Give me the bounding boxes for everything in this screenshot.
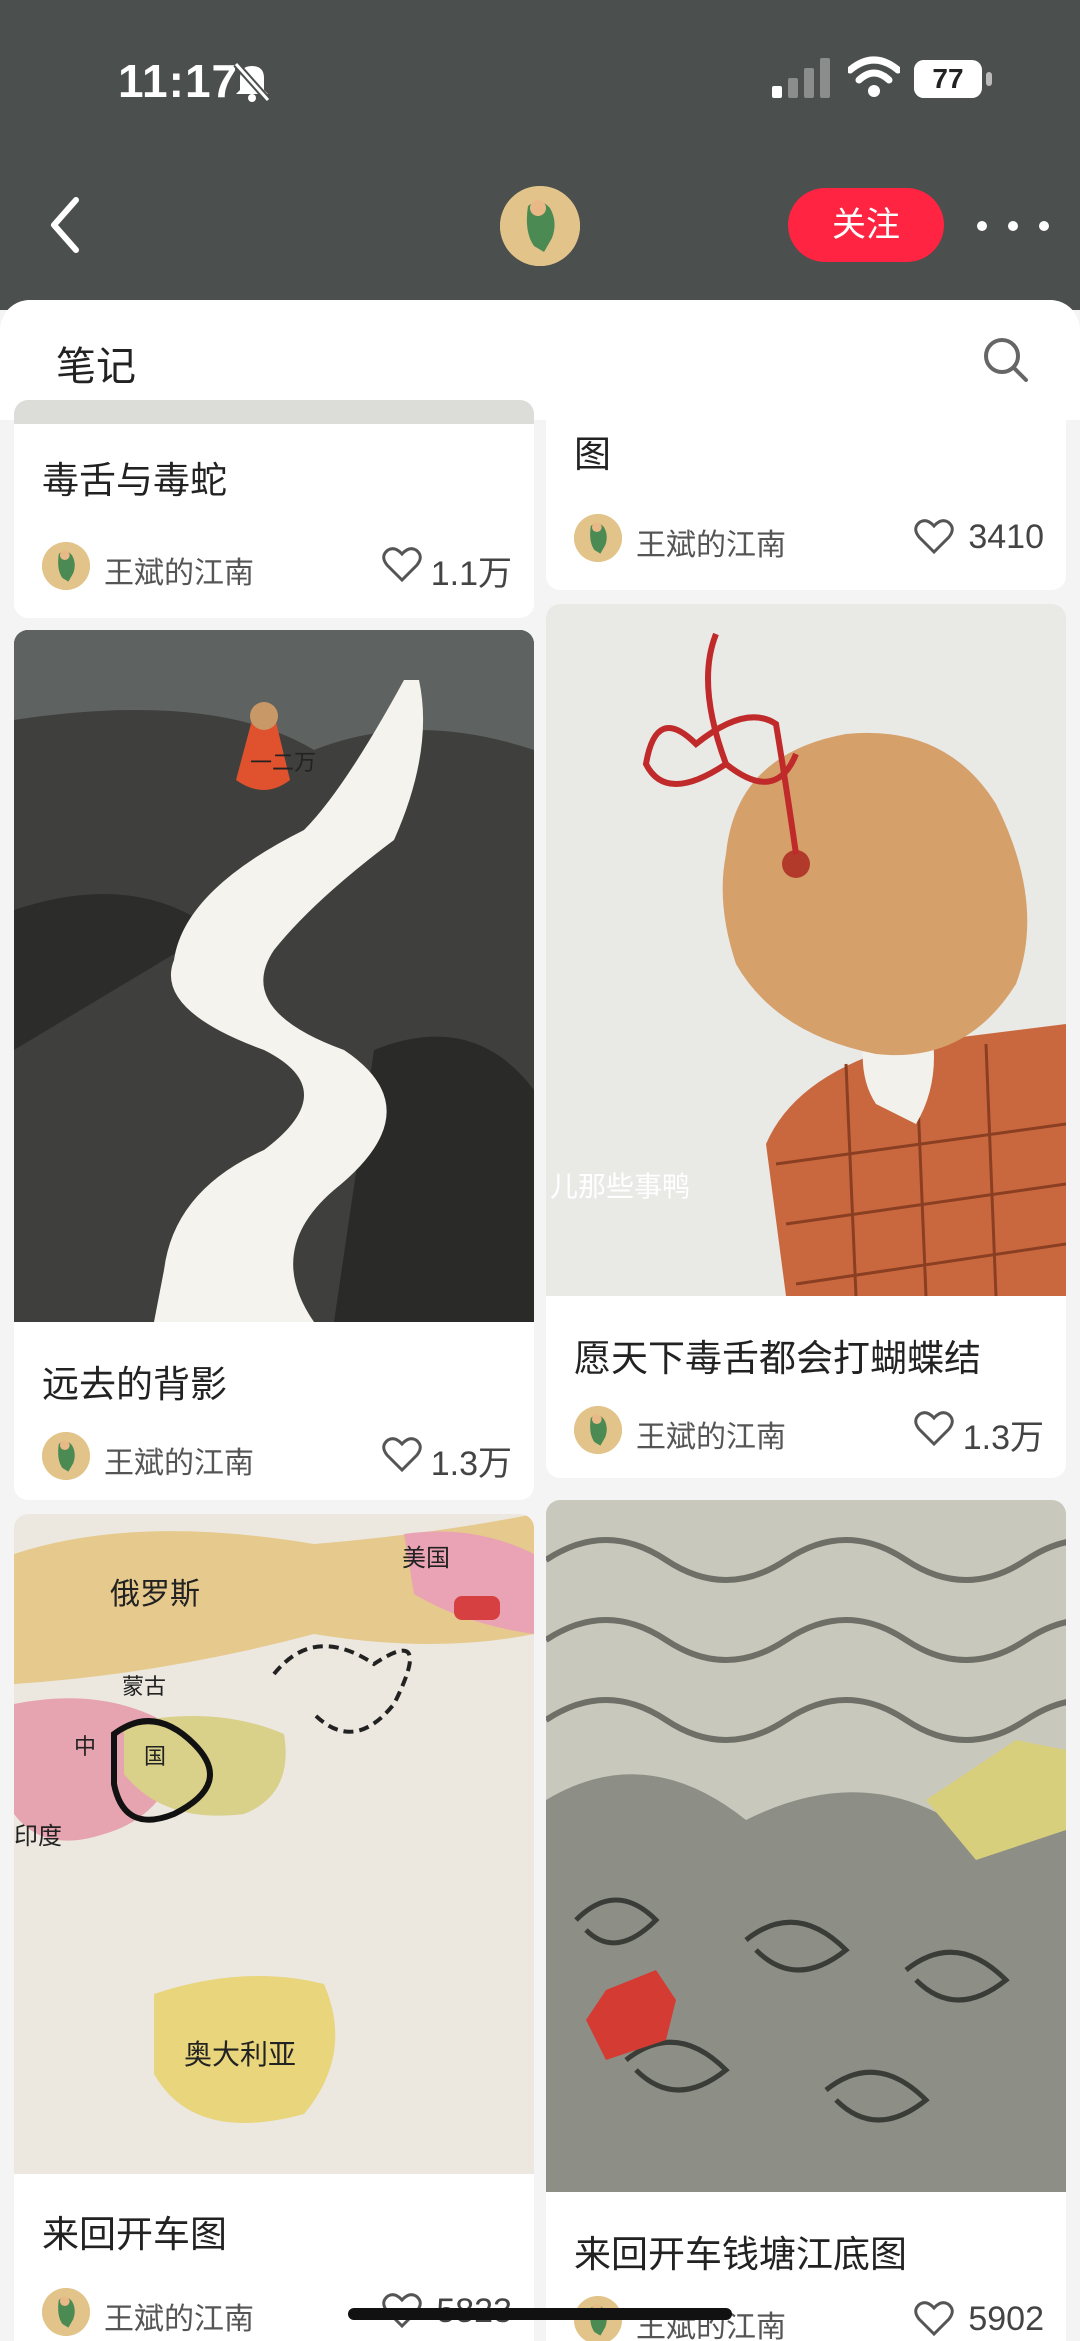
heart-icon[interactable] — [914, 518, 954, 556]
author-avatar — [42, 542, 90, 590]
note-image — [14, 400, 534, 424]
map-label: 国 — [144, 1745, 166, 1770]
cellular-signal-icon — [772, 58, 830, 98]
note-card[interactable]: 毒舌与毒蛇 王斌的江南 1.1万 — [14, 400, 534, 618]
map-label: 蒙古 — [122, 1675, 166, 1700]
note-title: 毒舌与毒蛇 — [42, 460, 227, 501]
note-meta: 王斌的江南 1.3万 — [42, 1432, 512, 1483]
silent-bell-icon — [233, 61, 271, 102]
author-avatar — [574, 514, 622, 562]
note-title: 来回开车图 — [42, 2214, 227, 2255]
map-label: 奥大利亚 — [184, 2038, 296, 2071]
note-image — [546, 1500, 1066, 2192]
author-avatar — [574, 1406, 622, 1454]
follow-button[interactable]: 关注 — [788, 188, 944, 262]
map-label: 美国 — [402, 1544, 450, 1572]
more-options-icon[interactable] — [968, 196, 1058, 256]
author-name: 王斌的江南 — [636, 529, 786, 562]
image-text: 儿那些事鸭 — [550, 1170, 690, 1203]
map-label: 俄罗斯 — [110, 1577, 200, 1612]
author-avatar — [42, 2288, 90, 2336]
map-label: 印度 — [14, 1822, 62, 1850]
profile-avatar[interactable] — [500, 186, 580, 266]
author-avatar — [42, 1432, 90, 1480]
note-title: 愿天下毒舌都会打蝴蝶结 — [574, 1338, 981, 1379]
battery-icon: 77 — [914, 60, 982, 98]
heart-icon[interactable] — [914, 2300, 954, 2338]
author-name: 王斌的江南 — [104, 2303, 254, 2336]
heart-icon[interactable] — [914, 1410, 954, 1448]
note-image: 俄罗斯 美国 蒙古 中 国 印度 奥大利亚 — [14, 1514, 534, 2174]
note-image: 一二万 — [14, 630, 534, 1322]
like-count: 1.3万 — [430, 1445, 512, 1483]
note-card[interactable]: 图 王斌的江南 3410 — [546, 400, 1066, 590]
status-time: 11:17 — [118, 55, 239, 107]
like-count: 1.1万 — [430, 555, 512, 593]
top-bar: 11:17 77 关注 — [0, 0, 1080, 310]
heart-icon[interactable] — [382, 546, 422, 584]
note-card[interactable]: 一二万 远去的背影 王斌的江南 1.3万 — [14, 630, 534, 1500]
author-name: 王斌的江南 — [104, 557, 254, 590]
note-meta: 王斌的江南 1.1万 — [42, 542, 512, 593]
note-card[interactable]: 儿那些事鸭 愿天下毒舌都会打蝴蝶结 王斌的江南 1.3万 — [546, 604, 1066, 1478]
note-card[interactable]: 来回开车钱塘江底图 王斌的江南 5902 — [546, 1500, 1066, 2341]
like-count: 3410 — [968, 518, 1044, 556]
note-title: 图 — [574, 434, 611, 475]
avatar-image — [500, 186, 580, 266]
notes-sheet: 笔记 毒舌与毒蛇 王斌的江南 1.1万 一二万 远去的背影 王斌的江南 1.3万… — [0, 300, 1080, 2341]
back-icon[interactable] — [36, 190, 96, 260]
search-icon[interactable] — [980, 334, 1030, 384]
note-image: 儿那些事鸭 — [546, 604, 1066, 1296]
image-text: 一二万 — [250, 751, 316, 776]
battery-percent: 77 — [932, 63, 964, 94]
author-name: 王斌的江南 — [104, 1447, 254, 1480]
like-count: 1.3万 — [962, 1419, 1044, 1457]
notes-tab-title: 笔记 — [56, 345, 136, 389]
like-count: 5902 — [968, 2300, 1044, 2338]
home-indicator[interactable] — [348, 2308, 732, 2320]
battery-cap — [986, 72, 992, 86]
note-meta: 王斌的江南 1.3万 — [574, 1406, 1044, 1457]
wifi-icon — [848, 56, 900, 97]
map-label: 中 — [74, 1735, 96, 1760]
note-meta: 王斌的江南 3410 — [574, 514, 1044, 564]
heart-icon[interactable] — [382, 1436, 422, 1474]
note-title: 来回开车钱塘江底图 — [574, 2234, 907, 2275]
note-title: 远去的背影 — [42, 1364, 227, 1405]
note-card[interactable]: 俄罗斯 美国 蒙古 中 国 印度 奥大利亚 来回开车图 王斌的江南 5823 — [14, 1514, 534, 2341]
author-name: 王斌的江南 — [636, 1421, 786, 1454]
